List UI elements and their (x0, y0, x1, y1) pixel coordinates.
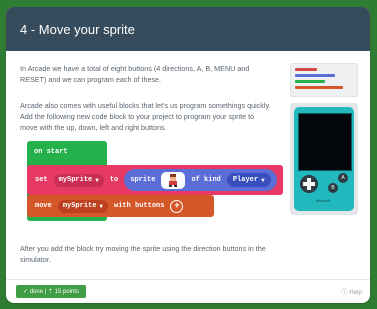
tutorial-header: 4 - Move your sprite (6, 7, 370, 51)
step-title: 4 - Move your sprite (20, 21, 135, 37)
to-label: to (109, 176, 119, 184)
hint-thumbnails: A B Microsoft (290, 63, 358, 215)
move-variable-dropdown[interactable]: mySprite ▼ (57, 199, 109, 213)
chevron-down-icon: ▼ (99, 202, 104, 210)
set-sprite-block[interactable]: set mySprite ▼ to sprite of kind Player … (27, 165, 283, 195)
sprite-label: sprite (130, 176, 156, 184)
help-link[interactable]: ⓘ Help (341, 287, 362, 296)
kind-value: Player (232, 176, 259, 184)
kind-dropdown[interactable]: Player ▼ (226, 173, 271, 187)
move-sprite-block[interactable]: move mySprite ▼ with buttons + (27, 195, 214, 217)
simulator-thumbnail[interactable]: A B Microsoft (290, 103, 358, 215)
set-label: set (35, 176, 48, 184)
plus-icon[interactable]: + (170, 199, 184, 213)
chevron-down-icon: ▼ (261, 176, 265, 184)
move-label: move (35, 202, 52, 210)
followup-paragraph: After you add the block try moving the s… (20, 244, 266, 264)
tutorial-card: 4 - Move your sprite In Arcade we have a… (6, 7, 370, 303)
on-start-label: on start (34, 148, 68, 156)
a-button[interactable]: A (338, 173, 348, 183)
chevron-down-icon: ▼ (95, 176, 99, 184)
instruction-paragraph: Arcade also comes with useful blocks tha… (20, 101, 271, 132)
intro-paragraph: In Arcade we have a total of eight butto… (20, 64, 250, 84)
variable-dropdown[interactable]: mySprite ▼ (53, 173, 104, 187)
tutorial-footer: ✓ done | ⇡ 15 points ⓘ Help (6, 279, 370, 303)
done-button[interactable]: ✓ done | ⇡ 15 points (16, 285, 86, 298)
dpad-icon[interactable] (300, 175, 318, 193)
move-variable-name: mySprite (62, 202, 97, 210)
brand-label: Microsoft (316, 199, 331, 203)
character-icon (169, 174, 178, 187)
arcade-console: A B Microsoft (294, 107, 354, 211)
b-button[interactable]: B (328, 183, 338, 193)
with-buttons-label: with buttons (114, 202, 165, 210)
editor-thumbnail[interactable] (290, 63, 358, 97)
variable-name: mySprite (58, 176, 93, 184)
of-kind-label: of kind (191, 176, 221, 184)
simulator-screen (298, 113, 352, 171)
sprite-image-icon[interactable] (161, 171, 186, 189)
sprite-block[interactable]: sprite of kind Player ▼ (124, 169, 277, 191)
